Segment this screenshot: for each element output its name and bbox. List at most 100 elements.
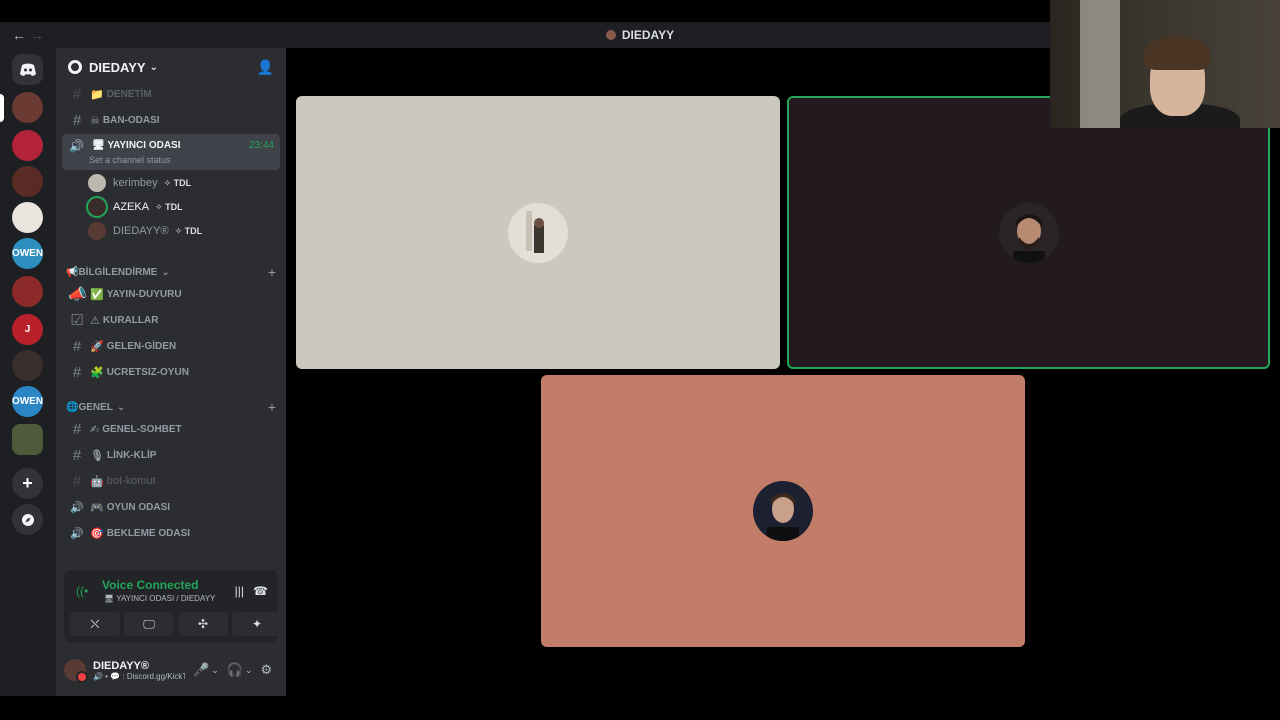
channel-yayin-duyuru[interactable]: 📣 ✅ YAYIN-DUYURU (62, 282, 280, 306)
camera-off-button[interactable]: ⛌ (70, 612, 120, 636)
voice-user-diedayy[interactable]: DIEDAYY® ✧ TDL (88, 220, 202, 242)
server-icon-owen-2[interactable]: OWEN (12, 386, 43, 417)
add-person-icon[interactable]: 👤 (257, 59, 274, 76)
voice-channel-path[interactable]: 🖥 YAYINCI ODASI / DIEDAYY (104, 594, 215, 603)
avatar[interactable] (64, 659, 88, 683)
voice-connected-label[interactable]: Voice Connected (102, 578, 198, 592)
chevron-down-icon[interactable]: ⌄ (245, 665, 253, 676)
check-emoji: ✅ (90, 288, 104, 301)
server-icon-owen[interactable]: OWEN (12, 238, 43, 269)
user-tag: ✧ TDL (155, 201, 183, 212)
server-folder-icon[interactable] (12, 424, 43, 455)
channel-label: DENETİM (106, 88, 152, 100)
chevron-down-icon[interactable]: ⌄ (211, 665, 219, 676)
soundboard-button[interactable]: ✦ (232, 612, 282, 636)
call-timer: 23:44 (248, 140, 274, 151)
headset-icon[interactable]: 🎧 (227, 662, 243, 678)
mic-emoji: 🎙 (90, 449, 104, 462)
participant-tile-kerimbey[interactable] (296, 96, 780, 369)
channel-sidebar: DIEDAYY ⌄ 👤 # 📁 DENETİM # ☠ BAN-ODASI 🔊 … (56, 48, 286, 696)
channel-oyun-odasi[interactable]: 🔊 🎮 OYUN ODASI (62, 495, 280, 519)
camera-off-icon: ⛌ (90, 616, 100, 631)
server-icon-4[interactable] (12, 202, 43, 233)
settings-gear-icon[interactable]: ⚙ (260, 662, 272, 678)
channel-ban-odasi[interactable]: # ☠ BAN-ODASI (62, 108, 280, 132)
voice-channel-yayinci-odasi[interactable]: 🔊 🖥 YAYINCI ODASI Set a channel status 2… (62, 134, 280, 170)
hash-icon: # (72, 85, 82, 103)
server-icon-j[interactable]: J (12, 314, 43, 345)
chevron-down-icon: ⌄ (149, 61, 158, 73)
channel-link-klip[interactable]: # 🎙 LİNK-KLİP (62, 443, 280, 467)
category-bilgilendirme[interactable]: 📢 BİLGİLENDİRME ⌄ + (66, 264, 276, 280)
screen-share-button[interactable]: 🖵 (124, 612, 174, 636)
announcement-icon: 📣 (68, 286, 87, 303)
server-icon-8[interactable] (12, 350, 43, 381)
skull-emoji: ☠ (90, 114, 100, 127)
channel-label: BAN-ODASI (102, 114, 160, 126)
user-tag: ✧ TDL (174, 225, 203, 236)
server-icon-6[interactable] (12, 276, 43, 307)
speaker-icon: 🔊 (70, 527, 84, 540)
category-label: GENEL (78, 401, 113, 413)
user-info[interactable]: DIEDAYY® 🔊 • 💬 : Discord.gg/KickTi (93, 660, 185, 681)
server-icon-3[interactable] (12, 166, 43, 197)
hash-icon: # (72, 472, 82, 490)
discover-compass-icon[interactable] (12, 504, 43, 535)
server-rail: OWEN J OWEN + (0, 48, 56, 696)
server-icon-diedayy[interactable] (12, 92, 43, 123)
hash-icon: # (72, 363, 82, 381)
channel-label: BEKLEME ODASI (106, 527, 191, 539)
puzzle-emoji: 🧩 (90, 366, 104, 379)
server-settings-icon (68, 60, 82, 74)
title-avatar (605, 30, 616, 40)
channel-genel-sohbet[interactable]: # ✍ GENEL-SOHBET (62, 417, 280, 441)
chevron-down-icon: ⌄ (116, 401, 126, 413)
webcam-curtain (1080, 0, 1120, 128)
voice-user-azeka[interactable]: AZEKA ✧ TDL (88, 196, 183, 218)
server-icon-2[interactable] (12, 130, 43, 161)
channel-ucretsiz-oyun[interactable]: # 🧩 UCRETSIZ-OYUN (62, 360, 280, 384)
add-server-icon[interactable]: + (12, 468, 43, 499)
channel-label: YAYIN-DUYURU (106, 288, 182, 300)
channel-label: LİNK-KLİP (106, 449, 157, 461)
participant-tile-diedayy[interactable] (541, 375, 1025, 647)
channel-label: OYUN ODASI (106, 501, 171, 513)
gamepad-emoji: 🎮 (90, 501, 104, 514)
channel-bekleme-odasi[interactable]: 🔊 🎯 BEKLEME ODASI (62, 521, 280, 545)
hash-icon: # (72, 420, 82, 438)
folder-emoji: 📁 (90, 88, 104, 101)
server-name: DIEDAYY (89, 59, 146, 75)
channel-bot-komut[interactable]: # 🤖 bot-komut (62, 469, 280, 493)
discord-home-icon[interactable] (12, 54, 43, 85)
noise-suppression-icon[interactable]: ||| (235, 584, 244, 598)
megaphone-emoji: 📢 (66, 266, 79, 278)
rules-icon: ☑ (70, 312, 84, 329)
participant-tile-azeka[interactable] (787, 96, 1270, 369)
activities-button[interactable]: ✣ (178, 612, 228, 636)
category-genel[interactable]: 🌐 GENEL ⌄ + (66, 399, 276, 415)
add-channel-icon[interactable]: + (268, 399, 276, 415)
user-name: DIEDAYY® (113, 225, 169, 237)
signal-icon[interactable]: ((• (76, 584, 88, 598)
server-header[interactable]: DIEDAYY ⌄ 👤 (56, 48, 286, 86)
add-channel-icon[interactable]: + (268, 264, 276, 280)
user-panel: DIEDAYY® 🔊 • 💬 : Discord.gg/KickTi 🎤 ⌄ 🎧… (56, 648, 286, 692)
mic-icon[interactable]: 🎤 (193, 662, 209, 678)
channel-label: bot-komut (106, 475, 156, 487)
activities-icon: ✣ (197, 617, 209, 631)
channel-status-link[interactable]: Set a channel status (89, 155, 171, 165)
hash-icon: # (72, 446, 82, 464)
screen-share-icon: 🖵 (143, 616, 155, 631)
avatar (998, 202, 1059, 263)
voice-user-kerimbey[interactable]: kerimbey ✧ TDL (88, 172, 191, 194)
streamer-webcam-overlay (1050, 0, 1280, 128)
channel-kurallar[interactable]: ☑ ⚠ KURALLAR (62, 308, 280, 332)
channel-gelen-giden[interactable]: # 🚀 GELEN-GİDEN (62, 334, 280, 358)
avatar (88, 174, 106, 192)
rocket-emoji: 🚀 (90, 340, 104, 353)
channel-denetim[interactable]: # 📁 DENETİM (62, 82, 280, 106)
avatar (88, 198, 106, 216)
disconnect-icon[interactable]: ☎ (253, 584, 268, 598)
speaker-icon: 🔊 (70, 501, 84, 514)
category-label: BİLGİLENDİRME (78, 266, 158, 278)
